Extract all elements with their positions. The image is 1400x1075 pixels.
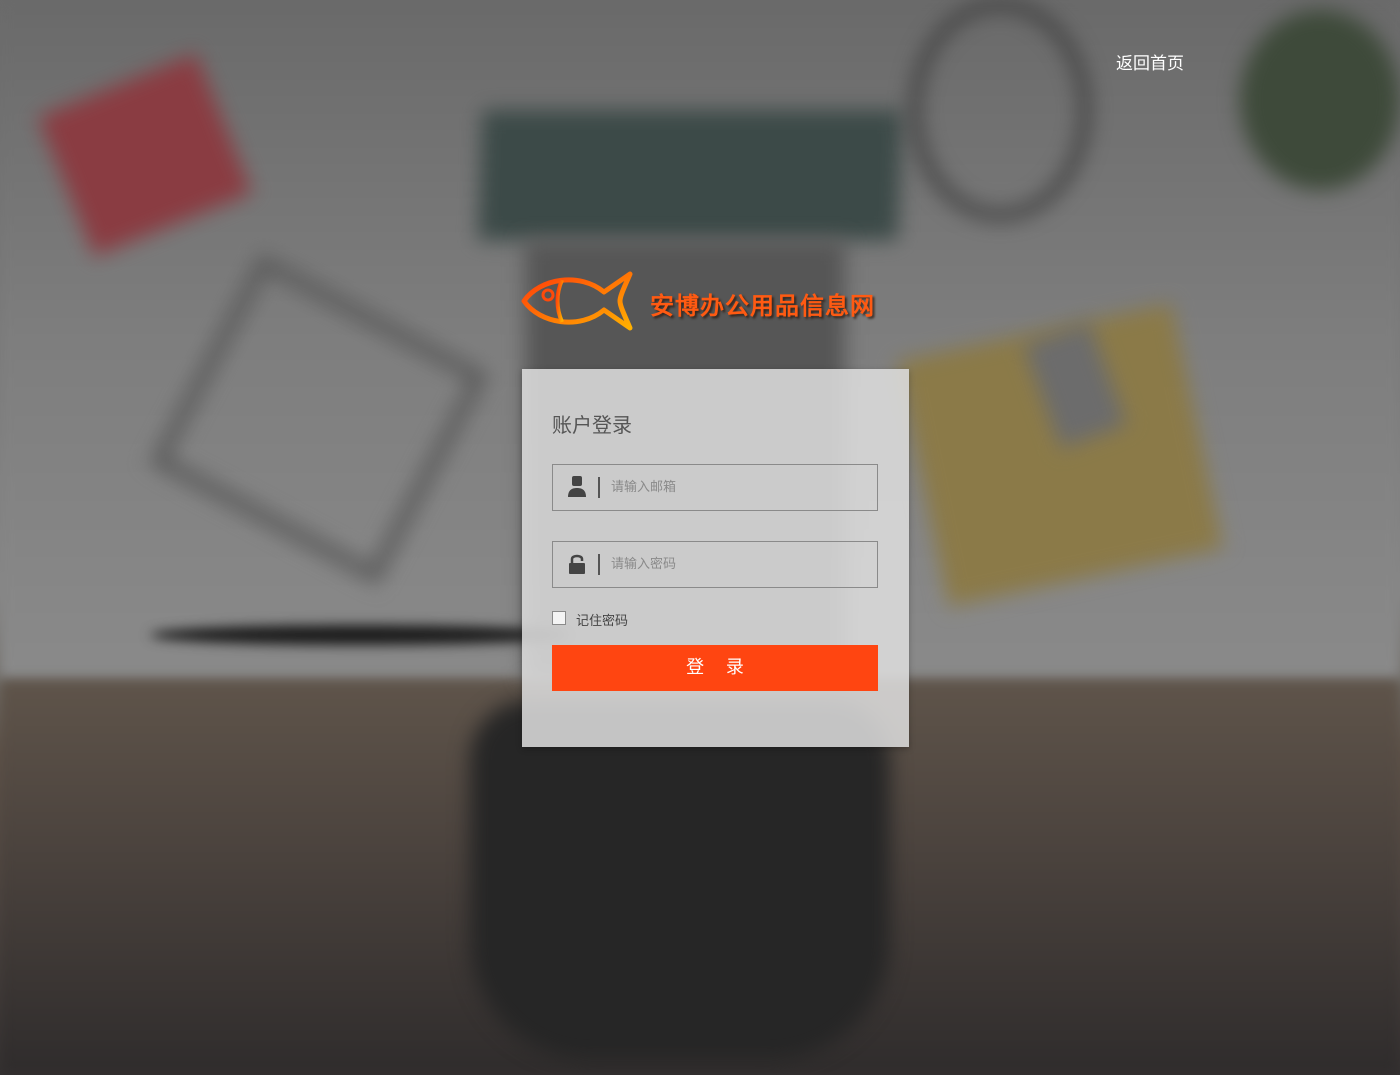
login-page: 返回首页 安博办公用品信息网 账户登录 请输入邮箱 记住密码 登 录 <box>0 0 1400 1075</box>
email-field-divider <box>598 477 600 498</box>
site-name: 安博办公用品信息网 <box>650 292 875 320</box>
remember-label: 记住密码 <box>576 614 629 629</box>
background-shadow <box>150 625 570 645</box>
email-input[interactable] <box>611 465 866 510</box>
login-panel: 账户登录 记住密码 登 录 <box>522 369 909 747</box>
remember-checkbox[interactable] <box>552 611 566 625</box>
login-title: 账户登录 <box>552 413 632 437</box>
background-plant <box>1240 10 1400 190</box>
password-field-divider <box>598 554 600 575</box>
background-chair <box>470 700 890 1060</box>
home-link[interactable]: 返回首页 <box>1116 49 1184 74</box>
site-logo[interactable]: 安博办公用品信息网 <box>520 270 900 334</box>
fish-icon <box>521 271 633 331</box>
background-headset <box>910 0 1090 220</box>
password-input[interactable] <box>611 542 866 587</box>
email-field <box>552 464 878 511</box>
user-icon <box>568 476 586 497</box>
login-button[interactable]: 登 录 <box>552 645 878 691</box>
background-laptop-screen <box>477 110 903 240</box>
password-field <box>552 541 878 588</box>
lock-icon <box>569 554 585 574</box>
